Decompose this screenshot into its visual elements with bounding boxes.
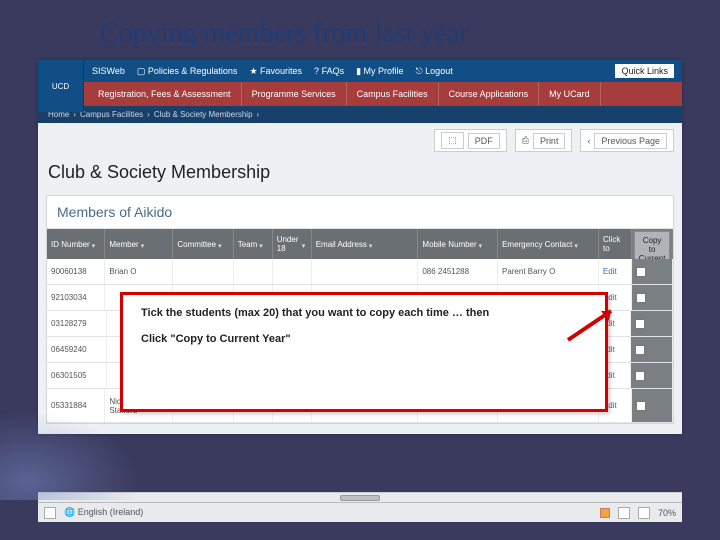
copy-to-current-year-button[interactable]: Copy to Current Year [634,231,671,259]
row-checkbox[interactable] [636,267,646,277]
tab-ucard[interactable]: My UCard [539,82,601,106]
col-mobile[interactable]: Mobile Number [418,229,498,259]
secondary-nav: Registration, Fees & Assessment Programm… [38,82,682,106]
nav-favourites[interactable]: ★ Favourites [249,66,302,77]
lang-indicator[interactable]: 🌐 English (Ireland) [64,507,143,518]
pdf-button[interactable]: ⬚PDF [434,129,507,152]
horizontal-scrollbar[interactable] [38,492,682,502]
status-bar: 🌐 English (Ireland) 70% [38,502,682,522]
sort-icon [218,241,225,248]
slide-title: Copying members from last year [100,18,469,50]
quick-links[interactable]: Quick Links [615,64,674,78]
arrow-icon [563,305,623,345]
col-copy: Copy to Current Year [632,229,673,259]
ucd-logo: UCD [38,60,84,112]
grid-header: ID Number Member Committee Team Under 18… [47,229,673,259]
sort-icon [259,241,266,248]
col-email[interactable]: Email Address [312,229,419,259]
nav-sisweb[interactable]: SISWeb [92,66,125,76]
sort-icon [141,241,148,248]
breadcrumb: Home › Campus Facilities › Club & Societ… [38,106,682,123]
sort-icon [369,241,376,248]
callout-line2: Click "Copy to Current Year" [141,333,587,345]
nav-policies[interactable]: ▢ Policies & Regulations [137,66,238,77]
crumb-campus[interactable]: Campus Facilities [80,110,143,119]
instruction-callout: Tick the students (max 20) that you want… [120,292,608,412]
col-team[interactable]: Team [234,229,273,259]
col-under18[interactable]: Under 18 [273,229,312,259]
app-icon [44,507,56,519]
previous-page-button[interactable]: ‹ Previous Page [580,129,674,152]
row-checkbox[interactable] [636,293,646,303]
callout-line1: Tick the students (max 20) that you want… [141,307,587,319]
row-checkbox[interactable] [636,401,646,411]
view-icon[interactable] [638,507,650,519]
scrollbar-thumb[interactable] [340,495,380,501]
nav-logout[interactable]: ⎋ Logout [416,66,453,77]
col-member[interactable]: Member [105,229,173,259]
sort-icon [92,241,99,248]
view-icon[interactable] [618,507,630,519]
nav-faqs[interactable]: ? FAQs [314,66,344,76]
tab-course[interactable]: Course Applications [439,82,540,106]
nav-myprofile[interactable]: ▮ My Profile [356,66,403,77]
sort-icon [479,241,486,248]
col-id[interactable]: ID Number [47,229,105,259]
table-row: 90060138 Brian O 086 2451288 Parent Barr… [47,259,673,285]
panel-heading: Members of Aikido [47,196,673,229]
crumb-club[interactable]: Club & Society Membership [154,110,253,119]
tab-campus[interactable]: Campus Facilities [347,82,439,106]
page-title: Club & Society Membership [46,158,674,191]
tab-programme[interactable]: Programme Services [242,82,347,106]
page-actions: ⬚PDF ⎙ Print ‹ Previous Page [46,129,674,152]
print-button[interactable]: ⎙ Print [515,129,573,152]
col-clickto: Click to [599,229,632,259]
row-checkbox[interactable] [635,371,645,381]
edit-link[interactable]: Edit [603,267,617,276]
top-nav: SISWeb ▢ Policies & Regulations ★ Favour… [38,60,682,82]
tab-registration[interactable]: Registration, Fees & Assessment [88,82,242,106]
zoom-level[interactable]: 70% [658,508,676,518]
col-committee[interactable]: Committee [173,229,233,259]
row-checkbox[interactable] [635,319,645,329]
row-checkbox[interactable] [635,345,645,355]
sort-icon [574,241,581,248]
view-icon[interactable] [600,508,610,518]
sort-icon [302,241,307,248]
col-emergency[interactable]: Emergency Contact [498,229,599,259]
